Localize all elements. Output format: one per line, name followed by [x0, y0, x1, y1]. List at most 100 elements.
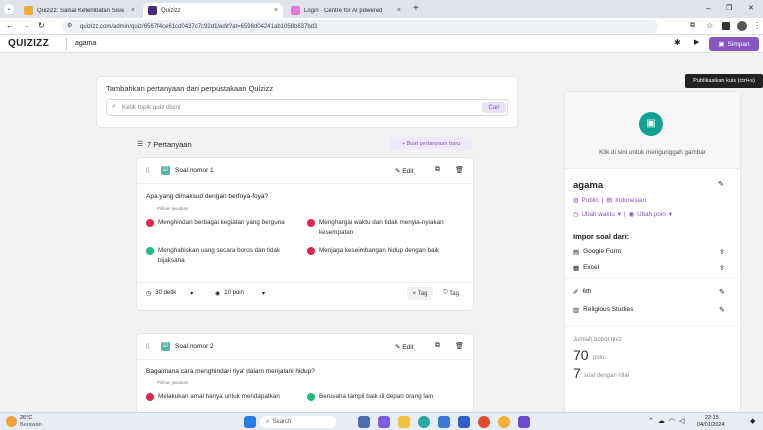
app-icon[interactable] — [378, 416, 390, 428]
minimize-button[interactable]: – — [706, 4, 710, 13]
separator: | — [601, 197, 604, 204]
google-form-icon: ▤ — [573, 249, 580, 256]
duplicate-icon[interactable]: ⧉ — [435, 166, 440, 174]
edit-grade-pencil-icon[interactable]: ✎ — [719, 288, 725, 296]
change-points-link[interactable]: Ubah poin — [637, 211, 666, 218]
preview-play-icon[interactable]: ▶ — [694, 38, 699, 46]
address-bar-row: ← → ↻ ⚙ quizizz.com/admin/quiz/6567f4ce6… — [0, 18, 763, 35]
back-icon[interactable]: ← — [6, 21, 14, 30]
import-excel[interactable]: ▦ Excel — [573, 264, 599, 272]
close-tab-icon[interactable]: × — [397, 7, 401, 14]
taskbar-search-label: Search — [272, 419, 292, 425]
search-button[interactable]: Cari — [482, 102, 506, 113]
weather-temp: 26°C — [20, 415, 33, 421]
visibility-label: Public — [581, 197, 599, 204]
close-window-button[interactable]: ✕ — [748, 4, 754, 12]
clock-icon: ◷ — [146, 291, 152, 297]
app-icon[interactable] — [358, 416, 370, 428]
panel-divider — [565, 278, 740, 279]
grade-row: ✐ 6th — [573, 288, 592, 296]
notification-bell-icon[interactable]: ◆ — [750, 417, 755, 425]
tag-button[interactable]: ⛉ Tag — [436, 287, 466, 300]
time-dropdown[interactable]: ◷ 30 detik ▾ — [146, 290, 193, 297]
quizizz-favicon-icon — [148, 6, 157, 15]
delete-icon[interactable]: 🗑 — [455, 166, 464, 174]
weather-icon[interactable] — [6, 416, 17, 427]
taskbar-search[interactable]: ⌕ Search — [260, 416, 336, 428]
clock-icon: ◷ — [573, 211, 579, 218]
correct-dot-icon — [146, 247, 154, 255]
chrome-icon[interactable] — [498, 416, 510, 428]
points-unit: poin. — [593, 355, 607, 361]
profile-icon[interactable] — [737, 21, 747, 31]
time-points-links[interactable]: ◷ Ubah waktu ▾ | ◉ Ubah poin ▾ — [573, 211, 672, 218]
search-icon: ⌕ — [112, 103, 116, 110]
edit-subject-pencil-icon[interactable]: ✎ — [719, 306, 725, 314]
clock-time: 22:15 — [705, 415, 719, 421]
subject-row: ▥ Religious Studies — [573, 306, 633, 314]
upload-excel-icon[interactable]: ⇪ — [719, 264, 725, 272]
library-search-input[interactable]: ⌕ Ketik topik quiz disini Cari — [106, 99, 508, 116]
edit-label: Edit — [402, 168, 414, 175]
url-field[interactable]: ⚙ quizizz.com/admin/quiz/6567f4ce61cd043… — [62, 20, 658, 33]
word-icon[interactable] — [458, 416, 470, 428]
chevron-down-icon: ▾ — [617, 211, 621, 218]
choices-label: Pilihan jawaban — [157, 380, 189, 385]
app-icon[interactable] — [518, 416, 530, 428]
image-upload-area[interactable]: ▣ Klik di sini untuk mengunggah gambar — [565, 92, 740, 169]
edit-question-button[interactable]: ✎ Edit — [395, 343, 413, 351]
quiz-name[interactable]: agama — [75, 40, 96, 47]
app-icon[interactable] — [478, 416, 490, 428]
quizizz-logo[interactable]: QUIZIZZ — [8, 38, 49, 49]
reload-icon[interactable]: ↻ — [38, 21, 45, 30]
new-question-label: + Buat pertanyaan baru — [401, 140, 461, 147]
change-time-link[interactable]: Ubah waktu — [582, 211, 615, 218]
time-value: 30 detik — [155, 290, 177, 296]
translate-icon[interactable]: ⧉ — [690, 22, 695, 30]
chevron-down-icon: ▾ — [190, 291, 194, 297]
edge-icon[interactable] — [418, 416, 430, 428]
answer-option: Menghargai waktu dan tidak menyia-nyiaka… — [307, 218, 467, 238]
tab-list-icon[interactable]: ⌄ — [4, 4, 14, 14]
edit-details-pencil-icon[interactable]: ✎ — [718, 180, 724, 188]
upload-google-form-icon[interactable]: ⇪ — [719, 248, 725, 256]
forward-icon[interactable]: → — [22, 21, 30, 30]
drag-handle-icon[interactable]: ⠿ — [145, 343, 150, 351]
menu-kebab-icon[interactable]: ⋮ — [753, 21, 761, 30]
side-panel-icon[interactable] — [722, 22, 730, 30]
windows-start-icon[interactable] — [244, 416, 256, 428]
visibility-language[interactable]: ◍ Public | ▤ Indonesian — [573, 197, 646, 204]
delete-icon[interactable]: 🗑 — [455, 342, 464, 350]
edit-question-button[interactable]: ✎ Edit — [395, 167, 413, 175]
site-info-icon[interactable]: ⚙ — [67, 22, 72, 29]
answer-text: Melakukan amal hanya untuk mendapatkan — [158, 393, 280, 400]
remove-tag-button[interactable]: × Tag — [407, 287, 433, 300]
answer-option: Menjaga keseimbangan hidup dengan baik — [307, 246, 467, 256]
new-tab-button[interactable]: + — [413, 3, 419, 14]
language-label: Indonesian — [615, 197, 647, 204]
bookmark-star-icon[interactable]: ☆ — [706, 21, 713, 30]
system-tray-icons[interactable]: ⌃☁◠◁ — [648, 417, 688, 425]
restore-button[interactable]: ❐ — [726, 4, 732, 12]
answer-text: Menghindari berbagai kegiatan yang bergu… — [158, 219, 285, 226]
close-tab-icon[interactable]: × — [274, 7, 278, 14]
import-google-form[interactable]: ▤ Google Form — [573, 248, 621, 256]
file-explorer-icon[interactable] — [398, 416, 410, 428]
tab-quizizz[interactable]: Quizizz × — [143, 3, 283, 18]
question-card-1: ⠿ ☑ Soal nomor 1 ✎ Edit ⧉ 🗑 Apa yang dim… — [137, 158, 473, 310]
close-tab-icon[interactable]: × — [131, 7, 135, 14]
tab-login[interactable]: Login · Centre for AI powered × — [286, 3, 406, 18]
drag-handle-icon[interactable]: ⠿ — [145, 167, 150, 175]
points-dropdown[interactable]: ◉ 10 poin ▾ — [215, 290, 265, 297]
save-button[interactable]: ▣ Simpan — [709, 37, 759, 51]
settings-gear-icon[interactable]: ✱ — [674, 38, 681, 47]
new-question-button[interactable]: + Buat pertanyaan baru — [390, 137, 472, 150]
tab-quizizz-engagement[interactable]: Quizizz: Salsal Keterlibatan Sisw × — [19, 3, 140, 18]
answer-option-correct: Menghabiskan uang secara boros dan tidak… — [146, 246, 306, 266]
total-weight-label: Jumlah bobot quiz — [573, 337, 622, 343]
duplicate-icon[interactable]: ⧉ — [435, 342, 440, 350]
quizizz-favicon-icon — [24, 6, 33, 15]
points-icon: ◉ — [215, 291, 221, 297]
store-icon[interactable] — [438, 416, 450, 428]
subject-label: Religious Studies — [583, 306, 634, 313]
